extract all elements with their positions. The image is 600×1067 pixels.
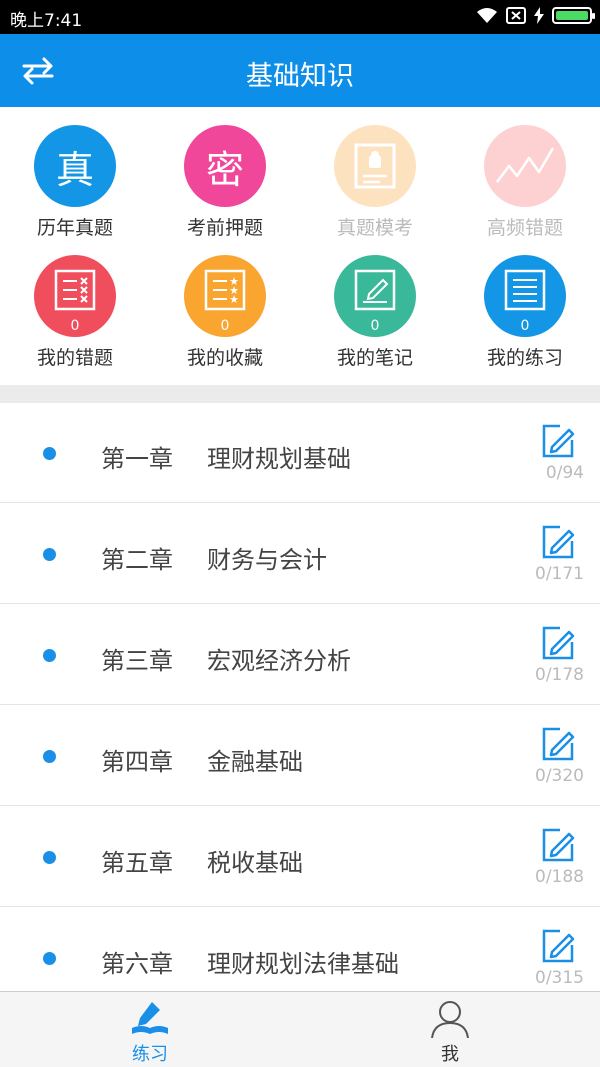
app-header: 基础知识 xyxy=(0,34,600,107)
svg-text:★: ★ xyxy=(229,293,239,306)
tab-me[interactable]: 我 xyxy=(300,992,600,1067)
practice-book-icon: 0 xyxy=(484,255,566,337)
section-divider xyxy=(0,385,600,403)
grid-item-my-favorites[interactable]: ★ ★ ★ 0 我的收藏 xyxy=(150,237,300,369)
trend-line-icon xyxy=(484,125,566,207)
progress-count: 0/188 xyxy=(535,867,584,887)
grid-item-my-errors[interactable]: 0 我的错题 xyxy=(0,237,150,369)
battery-icon xyxy=(552,7,595,24)
practice-count: 0 xyxy=(520,318,530,334)
edit-icon[interactable] xyxy=(540,726,576,762)
bullet-dot xyxy=(43,447,56,460)
list-item[interactable]: 第六章 理财规划法律基础 0/315 xyxy=(0,908,600,991)
chapter-title: 税收基础 xyxy=(207,849,303,877)
errors-count: 0 xyxy=(70,318,80,334)
pencil-book-icon xyxy=(132,1002,168,1034)
chapter-number: 第五章 xyxy=(101,849,173,877)
page-title: 基础知识 xyxy=(246,61,354,92)
progress-count: 0/171 xyxy=(535,564,584,584)
bullet-dot xyxy=(43,750,56,763)
progress-count: 0/320 xyxy=(535,766,584,786)
wifi-icon xyxy=(477,8,497,23)
notes-count: 0 xyxy=(370,318,380,334)
grid-item-predicted-questions[interactable]: 密 考前押题 xyxy=(150,107,300,239)
bullet-dot xyxy=(43,649,56,662)
status-icons xyxy=(476,7,595,24)
bullet-dot xyxy=(43,851,56,864)
grid-item-mock-exam[interactable]: 真题模考 xyxy=(300,107,450,239)
edit-icon[interactable] xyxy=(540,423,576,459)
list-item[interactable]: 第一章 理财规划基础 0/94 xyxy=(0,403,600,503)
list-item[interactable]: 第五章 税收基础 0/188 xyxy=(0,807,600,907)
zhen-icon: 真 xyxy=(34,125,116,207)
bottom-tab-bar: 练习 我 xyxy=(0,991,600,1067)
grid-item-my-notes[interactable]: 0 我的笔记 xyxy=(300,237,450,369)
mock-exam-icon xyxy=(334,125,416,207)
chapter-list: 第一章 理财规划基础 0/94 第二章 财务与会计 0/171 第三章 宏观经济… xyxy=(0,403,600,991)
grid-label: 历年真题 xyxy=(36,217,113,239)
status-bar: 晚上7:41 xyxy=(0,0,600,34)
progress-count: 0/94 xyxy=(545,463,584,483)
chapter-number: 第二章 xyxy=(101,546,173,574)
grid-item-frequent-errors[interactable]: 高频错题 xyxy=(450,107,600,239)
grid-item-my-practice[interactable]: 0 我的练习 xyxy=(450,237,600,369)
list-item[interactable]: 第四章 金融基础 0/320 xyxy=(0,706,600,806)
person-icon xyxy=(431,1001,469,1038)
grid-label: 我的收藏 xyxy=(186,347,263,369)
grid-label: 考前押题 xyxy=(186,217,263,239)
mi-icon: 密 xyxy=(184,125,266,207)
charging-icon xyxy=(534,7,544,24)
chapter-title: 理财规划基础 xyxy=(207,445,351,473)
progress-count: 0/315 xyxy=(535,968,584,988)
grid-label: 真题模考 xyxy=(336,217,413,239)
grid-label: 高频错题 xyxy=(486,217,563,239)
tab-practice[interactable]: 练习 xyxy=(0,992,300,1067)
star-list-icon: ★ ★ ★ 0 xyxy=(184,255,266,337)
wrong-list-icon: 0 xyxy=(34,255,116,337)
favorites-count: 0 xyxy=(220,318,230,334)
chapter-number: 第三章 xyxy=(101,647,173,675)
chapter-title: 宏观经济分析 xyxy=(207,647,351,675)
grid-label: 我的笔记 xyxy=(336,347,413,369)
progress-count: 0/178 xyxy=(535,665,584,685)
grid-label: 我的错题 xyxy=(36,347,113,369)
edit-icon[interactable] xyxy=(540,827,576,863)
status-time: 晚上7:41 xyxy=(10,11,83,31)
list-item[interactable]: 第三章 宏观经济分析 0/178 xyxy=(0,605,600,705)
edit-icon[interactable] xyxy=(540,928,576,964)
chapter-number: 第四章 xyxy=(101,748,173,776)
chapter-title: 金融基础 xyxy=(207,748,303,776)
edit-icon[interactable] xyxy=(540,524,576,560)
grid-item-past-exams[interactable]: 真 历年真题 xyxy=(0,107,150,239)
list-item[interactable]: 第二章 财务与会计 0/171 xyxy=(0,504,600,604)
chapter-number: 第一章 xyxy=(101,445,173,473)
chapter-title: 财务与会计 xyxy=(207,546,327,574)
tab-label: 我 xyxy=(441,1044,459,1065)
chapter-number: 第六章 xyxy=(101,950,173,978)
sim-card-icon xyxy=(506,7,526,24)
grid-label: 我的练习 xyxy=(486,347,563,369)
tab-label: 练习 xyxy=(132,1044,168,1065)
chapter-title: 理财规划法律基础 xyxy=(207,950,399,978)
feature-grid: 真 历年真题 密 考前押题 真题模考 高频错题 0 我的错题 ★ ★ ★ 0 我… xyxy=(0,107,600,385)
edit-icon[interactable] xyxy=(540,625,576,661)
bullet-dot xyxy=(43,548,56,561)
bullet-dot xyxy=(43,952,56,965)
note-pencil-icon: 0 xyxy=(334,255,416,337)
